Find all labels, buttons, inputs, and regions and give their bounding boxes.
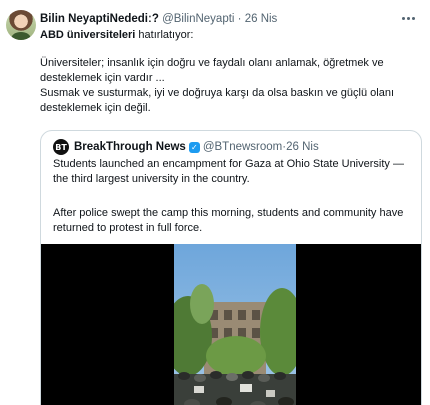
tweet-paragraph-1: Üniversiteler; insanlık için doğru ve fa… (40, 57, 384, 84)
tweet-paragraph-2: Susmak ve susturmak, iyi ve doğruya karş… (40, 87, 395, 114)
quoted-author-name[interactable]: BreakThrough News (74, 141, 186, 153)
breakthrough-logo-icon[interactable]: BT (53, 139, 69, 155)
more-dot (411, 16, 415, 20)
video-frame (174, 244, 296, 405)
tweet-date[interactable]: 26 Nis (245, 13, 278, 25)
author-handle[interactable]: @BilinNeyapti (162, 13, 234, 25)
tweet-intro-bold: ABD üniversiteleri (40, 29, 136, 41)
quoted-paragraph-2: After police swept the camp this morning… (53, 207, 404, 234)
avatar-figure (11, 32, 31, 40)
tweet-intro: ABD üniversiteleri hatırlatıyor: (40, 28, 420, 43)
quoted-date[interactable]: 26 Nis (286, 141, 319, 153)
quoted-tweet-header: BT BreakThrough News ✓ @BTnewsroom · 26 … (53, 139, 319, 155)
more-dot (401, 16, 405, 20)
quoted-paragraph-1: Students launched an encampment for Gaza… (53, 158, 404, 185)
author-avatar[interactable] (6, 10, 36, 40)
logo-text: BT (55, 142, 67, 152)
more-dot (406, 16, 410, 20)
verified-badge-icon: ✓ (188, 141, 200, 153)
quoted-tweet[interactable]: BT BreakThrough News ✓ @BTnewsroom · 26 … (40, 130, 422, 405)
author-name[interactable]: Bilin NeyaptiNedediː? (40, 13, 159, 25)
tweet-intro-rest: hatırlatıyor: (135, 29, 194, 41)
more-horizontal-icon[interactable] (398, 10, 418, 26)
tweet-header: Bilin NeyaptiNedediː? @BilinNeyapti · 26… (40, 12, 277, 26)
campus-protest-image (174, 244, 296, 405)
tweet[interactable]: Bilin NeyaptiNedediː? @BilinNeyapti · 26… (0, 0, 430, 405)
quoted-author-handle[interactable]: @BTnewsroom (203, 141, 282, 153)
header-separator: · (234, 13, 245, 25)
tweet-body: Üniversiteler; insanlık için doğru ve fa… (40, 56, 420, 116)
video-player[interactable] (41, 244, 421, 405)
